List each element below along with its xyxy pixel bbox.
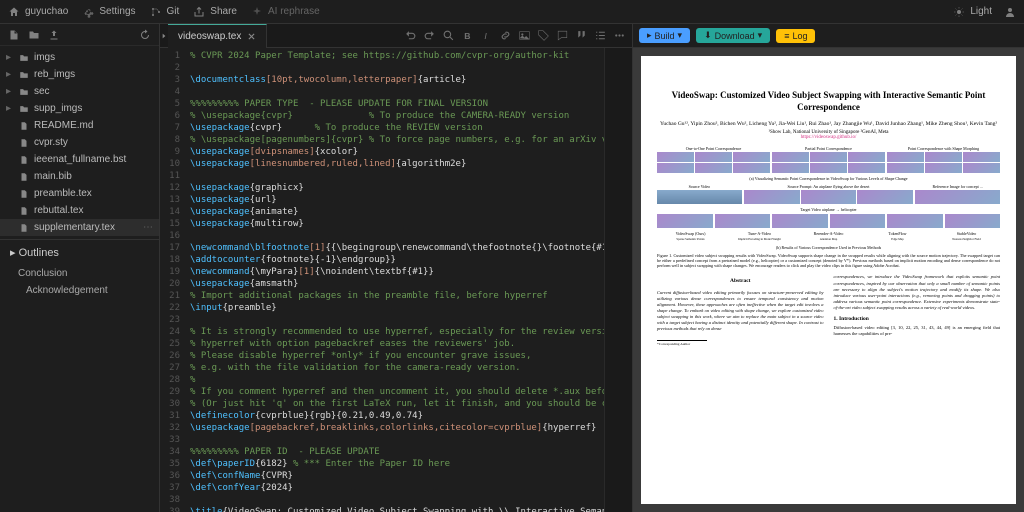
close-icon[interactable] bbox=[247, 32, 256, 41]
download-button[interactable]: ⬇ Download ▾ bbox=[696, 28, 770, 43]
svg-text:B: B bbox=[464, 31, 470, 41]
pdf-page[interactable]: VideoSwap: Customized Video Subject Swap… bbox=[641, 56, 1016, 504]
outline-item[interactable]: Conclusion bbox=[0, 265, 159, 282]
share-menu[interactable]: Share bbox=[193, 6, 237, 18]
sparkle-icon bbox=[251, 6, 263, 18]
figure-caption: Figure 1. Customized video subject swapp… bbox=[657, 253, 1000, 268]
image-icon[interactable] bbox=[518, 29, 531, 42]
refresh-icon[interactable] bbox=[139, 29, 151, 41]
paper-title: VideoSwap: Customized Video Subject Swap… bbox=[657, 90, 1000, 113]
git-menu[interactable]: Git bbox=[150, 6, 180, 18]
file-item[interactable]: ieeenat_fullname.bst bbox=[0, 151, 159, 168]
bold-icon[interactable]: B bbox=[461, 29, 474, 42]
theme-toggle[interactable]: Light bbox=[953, 6, 992, 18]
editor-pane: videoswap.tex B I 1234567891011121314151… bbox=[160, 24, 632, 512]
file-item[interactable]: supplementary.tex⋯ bbox=[0, 219, 159, 236]
svg-text:I: I bbox=[484, 31, 487, 41]
user-icon[interactable] bbox=[1004, 6, 1016, 18]
pdf-preview-pane: ▸ Build ▾ ⬇ Download ▾ ≡ Log VideoSwap: … bbox=[632, 24, 1024, 512]
paper-authors: Yuchao Gu¹², Yipin Zhou², Bichen Wu², Li… bbox=[657, 121, 1000, 127]
settings-menu[interactable]: Settings bbox=[82, 6, 135, 18]
chevron-icon[interactable] bbox=[160, 31, 168, 41]
topbar: guyuchao Settings Git Share AI rephrase … bbox=[0, 0, 1024, 24]
link-icon[interactable] bbox=[499, 29, 512, 42]
undo-icon[interactable] bbox=[404, 29, 417, 42]
minimap[interactable] bbox=[604, 48, 632, 512]
redo-icon[interactable] bbox=[423, 29, 436, 42]
paper-link: https://videoswap.github.io/ bbox=[657, 135, 1000, 140]
outline-toggle[interactable]: ▸ Outlines bbox=[10, 246, 149, 259]
code-editor[interactable]: 1234567891011121314151617181920212223242… bbox=[160, 48, 632, 512]
editor-tab[interactable]: videoswap.tex bbox=[168, 24, 267, 48]
build-button[interactable]: ▸ Build ▾ bbox=[639, 28, 690, 43]
home-icon bbox=[8, 6, 20, 18]
more-icon[interactable] bbox=[613, 29, 626, 42]
citation-icon[interactable] bbox=[575, 29, 588, 42]
file-sidebar: ▸imgs▸reb_imgs▸sec▸supp_imgsREADME.mdcvp… bbox=[0, 24, 160, 512]
git-icon bbox=[150, 6, 162, 18]
new-file-icon[interactable] bbox=[8, 29, 20, 41]
sun-icon bbox=[953, 6, 965, 18]
home-user[interactable]: guyuchao bbox=[8, 6, 68, 18]
ai-rephrase[interactable]: AI rephrase bbox=[251, 6, 320, 18]
search-icon[interactable] bbox=[442, 29, 455, 42]
file-tree: ▸imgs▸reb_imgs▸sec▸supp_imgsREADME.mdcvp… bbox=[0, 46, 159, 239]
file-item[interactable]: cvpr.sty bbox=[0, 134, 159, 151]
file-item[interactable]: ▸imgs bbox=[0, 49, 159, 66]
italic-icon[interactable]: I bbox=[480, 29, 493, 42]
file-item[interactable]: ▸sec bbox=[0, 83, 159, 100]
gear-icon bbox=[82, 6, 94, 18]
list-icon[interactable] bbox=[594, 29, 607, 42]
file-item[interactable]: ▸reb_imgs bbox=[0, 66, 159, 83]
file-item[interactable]: preamble.tex bbox=[0, 185, 159, 202]
file-item[interactable]: ▸supp_imgs bbox=[0, 100, 159, 117]
file-item[interactable]: rebuttal.tex bbox=[0, 202, 159, 219]
new-folder-icon[interactable] bbox=[28, 29, 40, 41]
log-button[interactable]: ≡ Log bbox=[776, 29, 815, 43]
share-icon bbox=[193, 6, 205, 18]
comment-icon[interactable] bbox=[556, 29, 569, 42]
file-item[interactable]: main.bib bbox=[0, 168, 159, 185]
upload-icon[interactable] bbox=[48, 29, 60, 41]
outline-item[interactable]: Acknowledgement bbox=[0, 282, 159, 299]
file-item[interactable]: README.md bbox=[0, 117, 159, 134]
tag-icon[interactable] bbox=[537, 29, 550, 42]
